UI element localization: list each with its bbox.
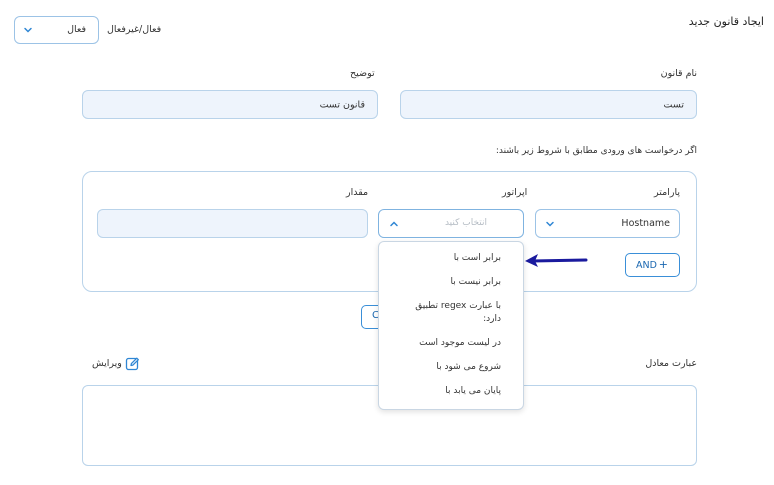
operator-placeholder: انتخاب کنید: [444, 218, 487, 228]
page-title: ایجاد قانون جدید: [688, 15, 764, 28]
status-label: فعال/غیرفعال: [107, 24, 162, 35]
chevron-down-icon: [546, 221, 554, 227]
edit-pencil-icon: [125, 357, 139, 371]
operator-select[interactable]: انتخاب کنید: [378, 209, 524, 238]
description-value: قانون تست: [319, 99, 365, 110]
operator-option[interactable]: برابر است با: [454, 252, 501, 265]
chevron-down-icon: [24, 27, 32, 33]
value-input[interactable]: [97, 209, 368, 238]
operator-option[interactable]: با عبارت regex تطبیق دارد:: [401, 300, 501, 326]
chevron-up-icon: [390, 220, 398, 226]
operator-option[interactable]: شروع می شود با: [436, 361, 501, 374]
expression-label: عبارت معادل: [645, 358, 697, 369]
plus-icon: +: [658, 258, 668, 271]
add-and-condition-button[interactable]: + AND: [625, 253, 680, 277]
parameter-select-value: Hostname: [621, 218, 670, 229]
operator-option[interactable]: در لیست موجود است: [419, 337, 501, 350]
parameter-select[interactable]: Hostname: [535, 209, 680, 238]
operator-option[interactable]: پایان می یابد با: [445, 385, 501, 398]
parameter-label: پارامتر: [654, 187, 680, 198]
arrow-annotation-icon: [525, 254, 588, 267]
status-select-value: فعال: [67, 24, 86, 35]
rule-name-value: تست: [663, 99, 684, 110]
description-label: توضیح: [350, 68, 375, 79]
operator-option[interactable]: برابر نیست با: [451, 276, 502, 289]
description-input[interactable]: قانون تست: [82, 90, 378, 119]
status-select[interactable]: فعال: [14, 16, 99, 44]
value-label: مقدار: [346, 187, 369, 198]
rule-name-input[interactable]: تست: [400, 90, 697, 119]
condition-intro: اگر درخواست های ورودی مطابق با شروط زیر …: [495, 146, 697, 156]
rule-name-label: نام قانون: [660, 68, 697, 79]
edit-label: ویرایش: [92, 358, 122, 369]
and-button-label: AND: [636, 260, 657, 271]
operator-dropdown: برابر است با برابر نیست با با عبارت rege…: [378, 241, 524, 410]
operator-label: اپراتور: [502, 187, 528, 198]
